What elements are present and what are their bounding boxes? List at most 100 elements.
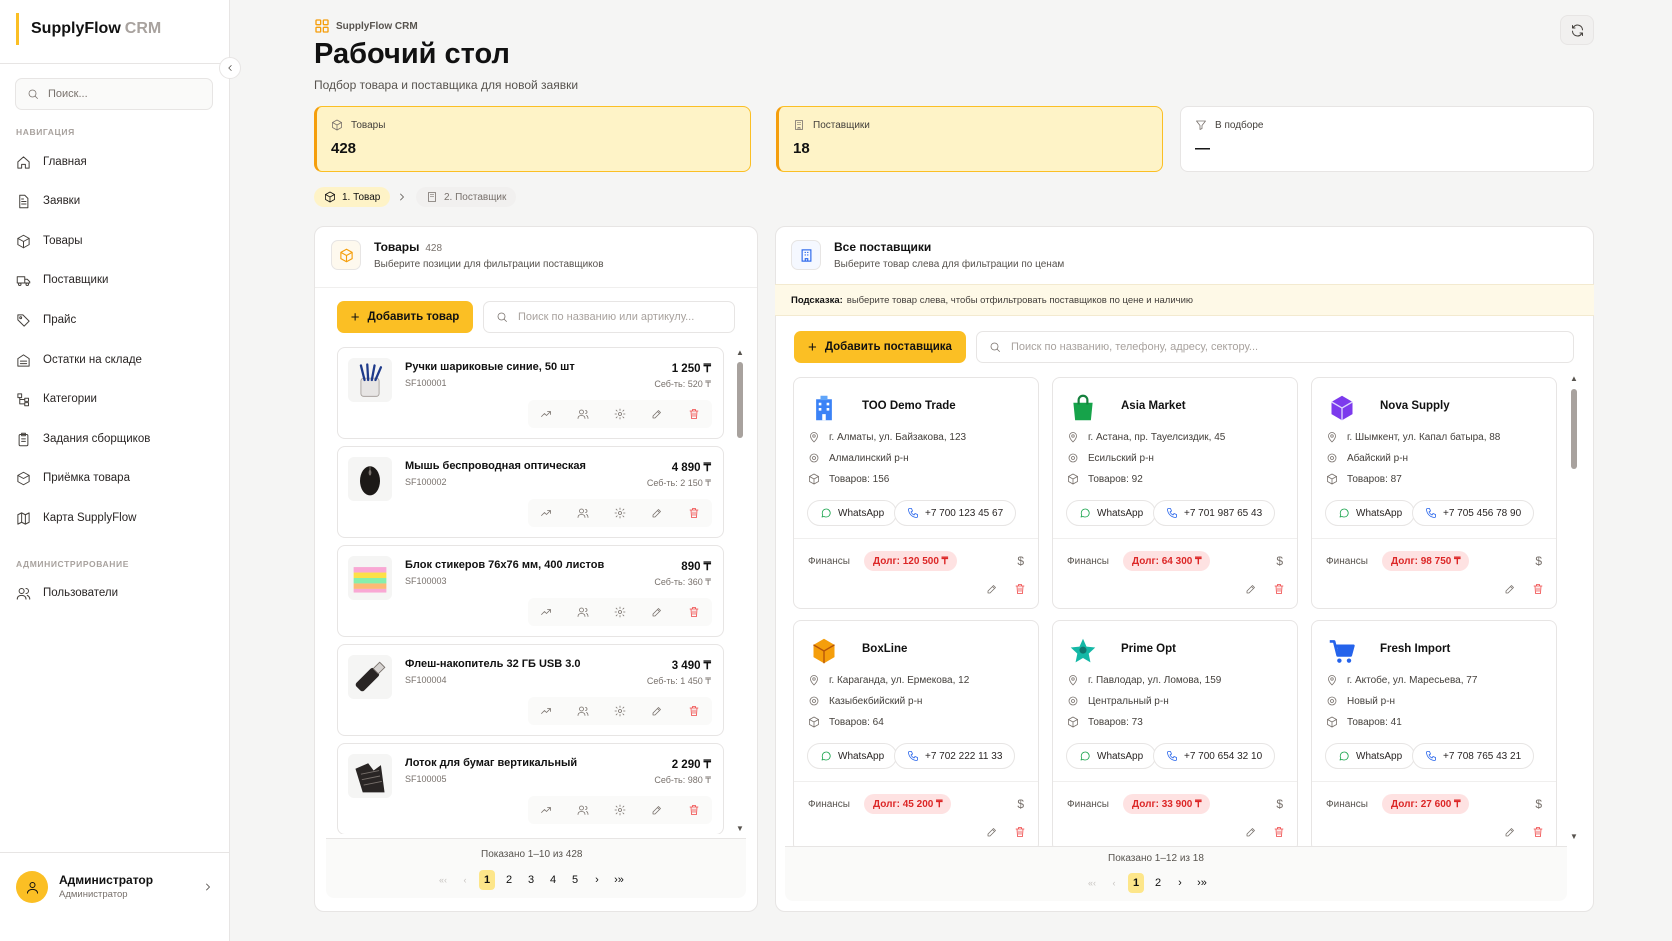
chevron-right-icon[interactable] [202, 881, 214, 893]
page-button[interactable]: 5 [567, 870, 583, 890]
step-supplier[interactable]: 2. Поставщик [416, 187, 517, 207]
products-scrollbar[interactable] [737, 362, 743, 438]
whatsapp-button[interactable]: WhatsApp [1325, 500, 1416, 526]
add-product-button[interactable]: + Добавить товар [337, 301, 473, 333]
last-page-button[interactable]: ›» [611, 870, 627, 890]
collapse-sidebar-button[interactable] [219, 57, 241, 79]
page-button[interactable]: 4 [545, 870, 561, 890]
stat-card-selection[interactable]: В подборе — [1180, 106, 1594, 172]
finance-dollar-icon[interactable]: $ [1535, 554, 1542, 568]
phone-button[interactable]: +7 708 765 43 21 [1412, 743, 1535, 769]
trend-icon[interactable] [540, 507, 552, 519]
finance-dollar-icon[interactable]: $ [1017, 797, 1024, 811]
supplier-card[interactable]: Prime Opt г. Павлодар, ул. Ломова, 159 Ц… [1052, 620, 1298, 847]
page-button[interactable]: 2 [501, 870, 517, 890]
gear-icon[interactable] [614, 705, 626, 717]
users-icon[interactable] [577, 606, 589, 618]
gear-icon[interactable] [614, 507, 626, 519]
page-button[interactable]: 1 [1128, 873, 1144, 893]
trend-icon[interactable] [540, 408, 552, 420]
stat-card-products[interactable]: Товары 428 [314, 106, 751, 172]
phone-button[interactable]: +7 701 987 65 43 [1153, 500, 1276, 526]
whatsapp-button[interactable]: WhatsApp [1325, 743, 1416, 769]
sidebar-search-input[interactable]: Поиск... [15, 78, 213, 110]
add-supplier-button[interactable]: + Добавить поставщика [794, 331, 966, 363]
phone-button[interactable]: +7 702 222 11 33 [894, 743, 1016, 769]
scroll-down-arrow[interactable]: ▼ [736, 824, 744, 833]
finance-dollar-icon[interactable]: $ [1535, 797, 1542, 811]
gear-icon[interactable] [614, 606, 626, 618]
app-logo[interactable]: SupplyFlow CRM [16, 13, 161, 45]
sidebar-item-categories[interactable]: Категории [16, 384, 214, 414]
prev-page-button[interactable]: ‹ [457, 870, 473, 890]
edit-icon[interactable] [651, 606, 663, 618]
finance-dollar-icon[interactable]: $ [1276, 554, 1283, 568]
sidebar-item-requests[interactable]: Заявки [16, 186, 214, 216]
scroll-up-arrow[interactable]: ▲ [736, 348, 744, 357]
next-page-button[interactable]: › [1172, 873, 1188, 893]
product-card[interactable]: Лоток для бумаг вертикальный SF100005 2 … [337, 743, 724, 835]
trash-icon[interactable] [1532, 826, 1544, 838]
edit-icon[interactable] [1504, 583, 1516, 595]
product-card[interactable]: Ручки шариковые синие, 50 шт SF100001 1 … [337, 347, 724, 439]
product-card[interactable]: Мышь беспроводная оптическая SF100002 4 … [337, 446, 724, 538]
supplier-card[interactable]: Fresh Import г. Актобе, ул. Маресьева, 7… [1311, 620, 1557, 847]
supplier-card[interactable]: Nova Supply г. Шымкент, ул. Капал батыра… [1311, 377, 1557, 609]
phone-button[interactable]: +7 700 123 45 67 [894, 500, 1017, 526]
finance-dollar-icon[interactable]: $ [1276, 797, 1283, 811]
first-page-button[interactable]: «‹ [435, 870, 451, 890]
first-page-button[interactable]: «‹ [1084, 873, 1100, 893]
last-page-button[interactable]: ›» [1194, 873, 1210, 893]
edit-icon[interactable] [1504, 826, 1516, 838]
prev-page-button[interactable]: ‹ [1106, 873, 1122, 893]
sidebar-item-users[interactable]: Пользователи [16, 578, 214, 608]
product-card[interactable]: Блок стикеров 76x76 мм, 400 листов SF100… [337, 545, 724, 637]
trend-icon[interactable] [540, 804, 552, 816]
stat-card-suppliers[interactable]: Поставщики 18 [776, 106, 1163, 172]
edit-icon[interactable] [986, 826, 998, 838]
next-page-button[interactable]: › [589, 870, 605, 890]
trash-icon[interactable] [688, 408, 700, 420]
page-button[interactable]: 1 [479, 870, 495, 890]
edit-icon[interactable] [1245, 826, 1257, 838]
whatsapp-button[interactable]: WhatsApp [807, 743, 898, 769]
finance-dollar-icon[interactable]: $ [1017, 554, 1024, 568]
suppliers-scrollbar[interactable] [1571, 389, 1577, 469]
edit-icon[interactable] [651, 804, 663, 816]
trash-icon[interactable] [1532, 583, 1544, 595]
edit-icon[interactable] [651, 408, 663, 420]
supplier-card[interactable]: Asia Market г. Астана, пр. Тауелсиздик, … [1052, 377, 1298, 609]
users-icon[interactable] [577, 408, 589, 420]
whatsapp-button[interactable]: WhatsApp [1066, 500, 1157, 526]
sidebar-item-receiving[interactable]: Приёмка товара [16, 463, 214, 493]
sidebar-item-price[interactable]: Прайс [16, 305, 214, 335]
sidebar-item-map[interactable]: Карта SupplyFlow [16, 503, 214, 533]
users-icon[interactable] [577, 705, 589, 717]
sidebar-item-products[interactable]: Товары [16, 226, 214, 256]
trash-icon[interactable] [1014, 583, 1026, 595]
gear-icon[interactable] [614, 408, 626, 420]
page-button[interactable]: 3 [523, 870, 539, 890]
supplier-card[interactable]: ТОО Demo Trade г. Алматы, ул. Байзакова,… [793, 377, 1039, 609]
edit-icon[interactable] [651, 705, 663, 717]
trend-icon[interactable] [540, 606, 552, 618]
trash-icon[interactable] [1014, 826, 1026, 838]
users-icon[interactable] [577, 507, 589, 519]
users-icon[interactable] [577, 804, 589, 816]
avatar[interactable] [16, 871, 48, 903]
edit-icon[interactable] [651, 507, 663, 519]
whatsapp-button[interactable]: WhatsApp [1066, 743, 1157, 769]
phone-button[interactable]: +7 705 456 78 90 [1412, 500, 1535, 526]
step-product[interactable]: 1. Товар [314, 187, 391, 207]
sidebar-item-suppliers[interactable]: Поставщики [16, 265, 214, 295]
refresh-button[interactable] [1560, 15, 1594, 45]
trash-icon[interactable] [688, 507, 700, 519]
phone-button[interactable]: +7 700 654 32 10 [1153, 743, 1276, 769]
whatsapp-button[interactable]: WhatsApp [807, 500, 898, 526]
edit-icon[interactable] [986, 583, 998, 595]
trash-icon[interactable] [1273, 583, 1285, 595]
trash-icon[interactable] [688, 804, 700, 816]
scroll-up-arrow[interactable]: ▲ [1570, 374, 1578, 383]
edit-icon[interactable] [1245, 583, 1257, 595]
trash-icon[interactable] [1273, 826, 1285, 838]
